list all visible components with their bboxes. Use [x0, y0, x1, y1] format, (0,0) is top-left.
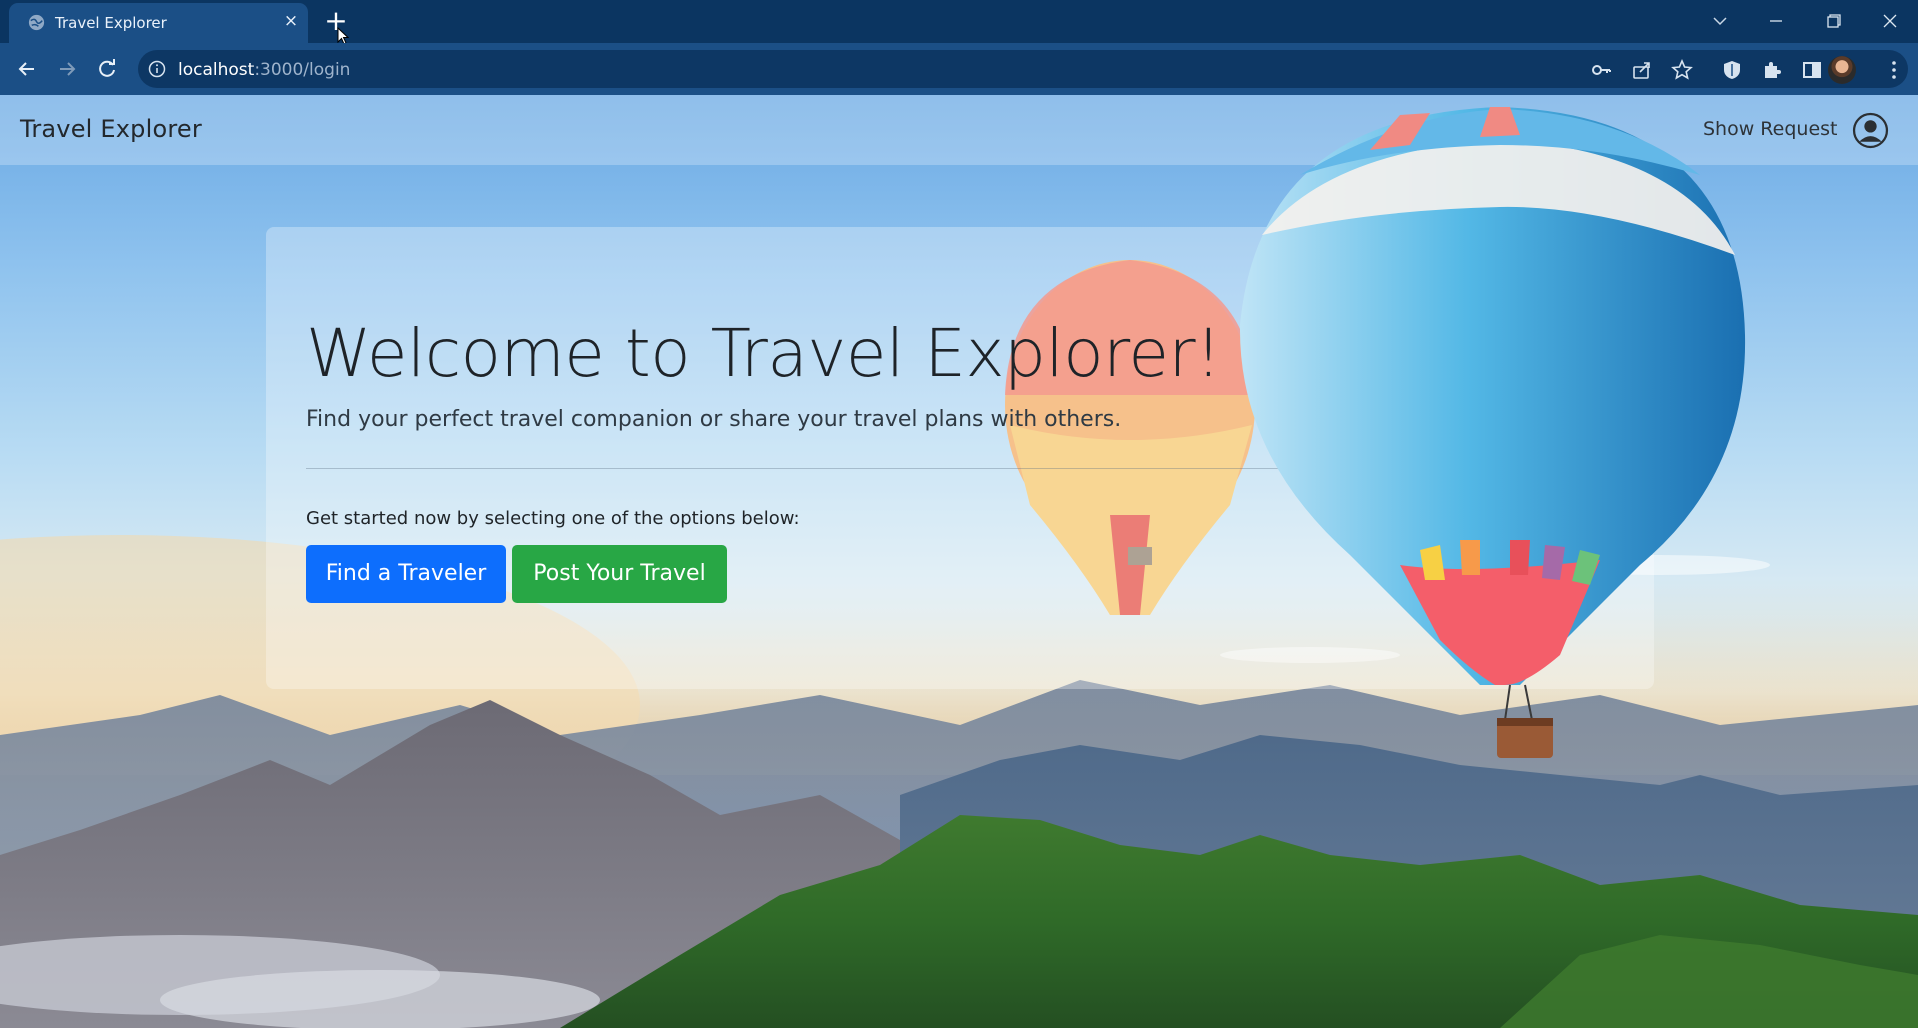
- reload-icon[interactable]: [92, 54, 122, 84]
- key-icon[interactable]: [1590, 59, 1612, 81]
- back-icon[interactable]: [12, 54, 42, 84]
- page-viewport: Travel Explorer Show Request Welcome to …: [0, 95, 1918, 1028]
- address-bar[interactable]: localhost:3000/login: [138, 50, 1908, 88]
- puzzle-icon[interactable]: [1761, 59, 1783, 81]
- globe-icon: [28, 14, 45, 31]
- user-circle-icon[interactable]: [1852, 112, 1889, 149]
- browser-toolbar: localhost:3000/login: [0, 43, 1918, 95]
- profile-avatar[interactable]: [1828, 56, 1856, 84]
- close-window-icon[interactable]: [1870, 6, 1910, 36]
- show-request-link[interactable]: Show Request: [1703, 118, 1837, 140]
- info-icon[interactable]: [148, 60, 166, 78]
- shield-icon[interactable]: [1721, 59, 1743, 81]
- browser-tab[interactable]: Travel Explorer ×: [9, 3, 308, 43]
- lead-text: Find your perfect travel companion or sh…: [306, 407, 1122, 432]
- get-started-text: Get started now by selecting one of the …: [306, 508, 800, 529]
- forward-icon[interactable]: [52, 54, 82, 84]
- tab-title: Travel Explorer: [55, 14, 167, 32]
- chevron-down-icon[interactable]: [1700, 6, 1740, 36]
- menu-icon[interactable]: [1883, 59, 1905, 81]
- brand-link[interactable]: Travel Explorer: [20, 115, 202, 143]
- star-icon[interactable]: [1671, 59, 1693, 81]
- welcome-card: Welcome to Travel Explorer! Find your pe…: [266, 227, 1656, 689]
- divider: [306, 468, 1656, 469]
- minimize-icon[interactable]: [1756, 6, 1796, 36]
- sidebar-icon[interactable]: [1801, 59, 1823, 81]
- page-title: Welcome to Travel Explorer!: [306, 315, 1222, 392]
- share-icon[interactable]: [1631, 59, 1653, 81]
- close-icon[interactable]: ×: [281, 11, 301, 31]
- post-travel-button[interactable]: Post Your Travel: [512, 545, 727, 603]
- find-traveler-button[interactable]: Find a Traveler: [306, 545, 506, 603]
- site-navbar: Travel Explorer Show Request: [0, 95, 1918, 165]
- url-text: localhost:3000/login: [178, 60, 351, 80]
- restore-icon[interactable]: [1813, 6, 1853, 36]
- browser-tab-strip: Travel Explorer × +: [0, 0, 1918, 45]
